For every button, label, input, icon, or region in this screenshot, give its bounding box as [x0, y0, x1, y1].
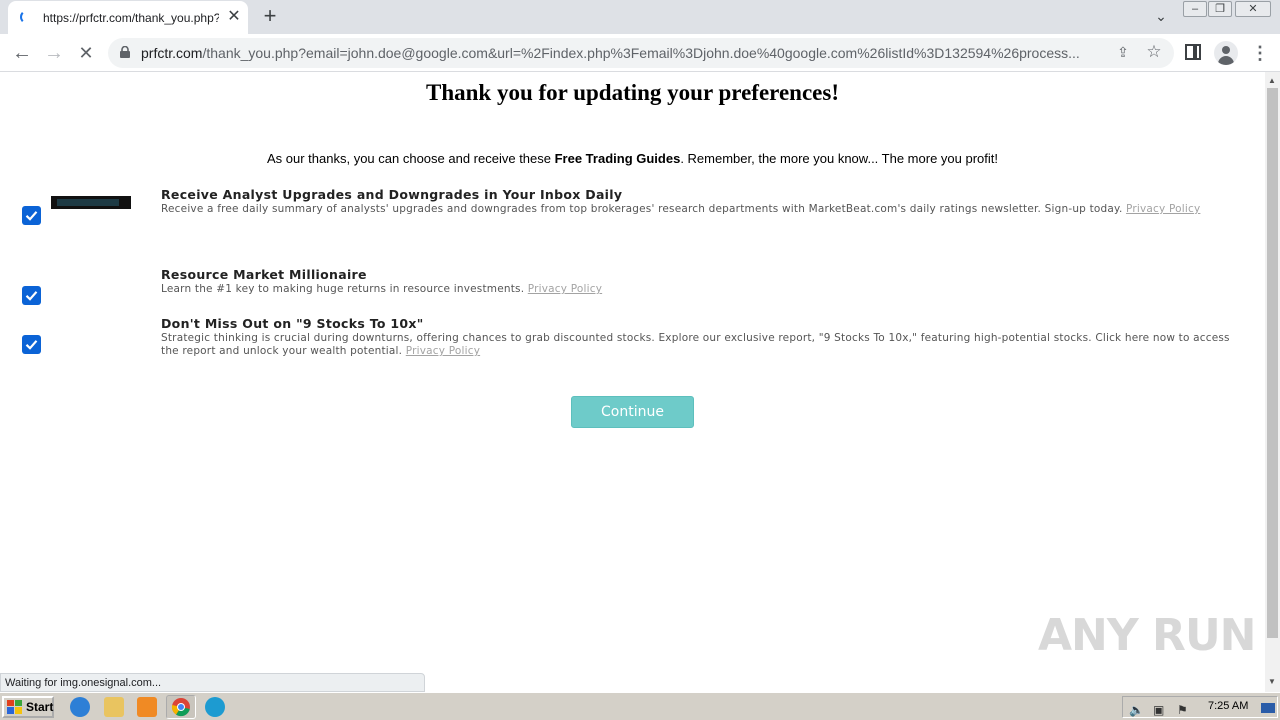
status-bubble: Waiting for img.onesignal.com...: [0, 673, 425, 692]
thanks-bold: Free Trading Guides: [554, 151, 681, 166]
media-player-icon[interactable]: [137, 697, 157, 717]
window-close-button[interactable]: ✕: [1235, 1, 1271, 17]
browser-tab[interactable]: https://prfctr.com/thank_you.php?e ✕: [8, 1, 248, 34]
windows-logo-icon: [7, 700, 22, 714]
window-maximize-button[interactable]: ❐: [1208, 1, 1232, 17]
offer-description: Strategic thinking is crucial during dow…: [161, 332, 1241, 358]
offer-description-text: Strategic thinking is crucial during dow…: [161, 332, 1230, 357]
offer-title: Don't Miss Out on "9 Stocks To 10x": [161, 316, 424, 331]
forward-arrow-icon[interactable]: →: [42, 41, 66, 65]
vertical-scrollbar[interactable]: ▲ ▼: [1265, 72, 1280, 692]
url-host: prfctr.com: [141, 45, 203, 61]
start-label: Start: [26, 700, 54, 714]
continue-button[interactable]: Continue: [571, 396, 694, 428]
offer-description: Receive a free daily summary of analysts…: [161, 203, 1221, 216]
side-panel-icon[interactable]: [1185, 44, 1201, 60]
thanks-prefix: As our thanks, you can choose and receiv…: [266, 151, 555, 166]
offer-title: Receive Analyst Upgrades and Downgrades …: [161, 187, 623, 202]
new-tab-button[interactable]: +: [258, 5, 282, 29]
tab-strip: https://prfctr.com/thank_you.php?e ✕ + ⌄…: [0, 0, 1280, 34]
privacy-policy-link[interactable]: Privacy Policy: [406, 345, 480, 357]
url-text[interactable]: prfctr.com/thank_you.php?email=john.doe@…: [141, 45, 1101, 61]
scroll-down-arrow-icon[interactable]: ▼: [1268, 677, 1276, 686]
privacy-policy-link[interactable]: Privacy Policy: [1126, 203, 1200, 215]
tab-title: https://prfctr.com/thank_you.php?e: [43, 11, 219, 25]
bookmark-star-icon[interactable]: ☆: [1144, 42, 1164, 62]
page-content: Thank you for updating your preferences!…: [0, 72, 1265, 692]
checkmark-icon: [25, 211, 38, 221]
checkmark-icon: [25, 291, 38, 301]
system-tray: 🔈 ▣ ⚑: [1122, 696, 1278, 718]
offer-description-text: Receive a free daily summary of analysts…: [161, 203, 1123, 215]
address-bar[interactable]: prfctr.com/thank_you.php?email=john.doe@…: [108, 38, 1174, 68]
internet-explorer-icon[interactable]: [70, 697, 90, 717]
action-center-flag-icon[interactable]: ⚑: [1177, 703, 1188, 717]
menu-kebab-icon[interactable]: ⋮: [1250, 43, 1270, 63]
offer-description-text: Learn the #1 key to making huge returns …: [161, 283, 525, 295]
chrome-icon: [171, 698, 190, 717]
tab-close-icon[interactable]: ✕: [225, 8, 243, 26]
lock-icon[interactable]: [120, 46, 130, 58]
start-button[interactable]: Start: [2, 696, 54, 718]
offer-image: [51, 196, 131, 209]
thanks-message: As our thanks, you can choose and receiv…: [0, 151, 1265, 166]
profile-avatar-icon[interactable]: [1214, 41, 1238, 65]
privacy-policy-link[interactable]: Privacy Policy: [528, 283, 602, 295]
offer-description: Learn the #1 key to making huge returns …: [161, 283, 1241, 296]
offer-title: Resource Market Millionaire: [161, 267, 367, 282]
offer-checkbox-resource-market[interactable]: [22, 286, 41, 305]
browser-toolbar: ← → ✕ prfctr.com/thank_you.php?email=joh…: [0, 34, 1280, 72]
checkmark-icon: [25, 340, 38, 350]
tab-search-icon[interactable]: ⌄: [1151, 8, 1171, 26]
url-path: /thank_you.php?email=john.doe@google.com…: [202, 45, 1080, 61]
stop-loading-icon[interactable]: ✕: [74, 41, 98, 65]
network-icon[interactable]: ▣: [1153, 703, 1164, 717]
scroll-up-arrow-icon[interactable]: ▲: [1268, 76, 1276, 85]
offer-checkbox-analyst-upgrades[interactable]: [22, 206, 41, 225]
file-explorer-icon[interactable]: [104, 697, 124, 717]
volume-icon[interactable]: 🔈: [1129, 703, 1144, 717]
offer-checkbox-9-stocks[interactable]: [22, 335, 41, 354]
back-arrow-icon[interactable]: ←: [10, 41, 34, 65]
taskbar-clock: 7:25 AM: [1208, 700, 1249, 712]
share-icon[interactable]: ⇪: [1114, 44, 1132, 62]
anyrun-watermark: ANY RUN: [1038, 610, 1256, 661]
scrollbar-thumb[interactable]: [1267, 88, 1278, 638]
page-title: Thank you for updating your preferences!: [426, 80, 839, 105]
loading-spinner-icon: [20, 10, 34, 24]
thanks-suffix: . Remember, the more you know... The mor…: [680, 151, 998, 166]
window-minimize-button[interactable]: ‒: [1183, 1, 1207, 17]
chrome-taskbar-button[interactable]: [166, 695, 196, 719]
show-desktop-icon[interactable]: [1261, 703, 1275, 713]
edge-icon[interactable]: [205, 697, 225, 717]
taskbar: Start 🔈 ▣ ⚑ 7:25 AM: [0, 692, 1280, 720]
